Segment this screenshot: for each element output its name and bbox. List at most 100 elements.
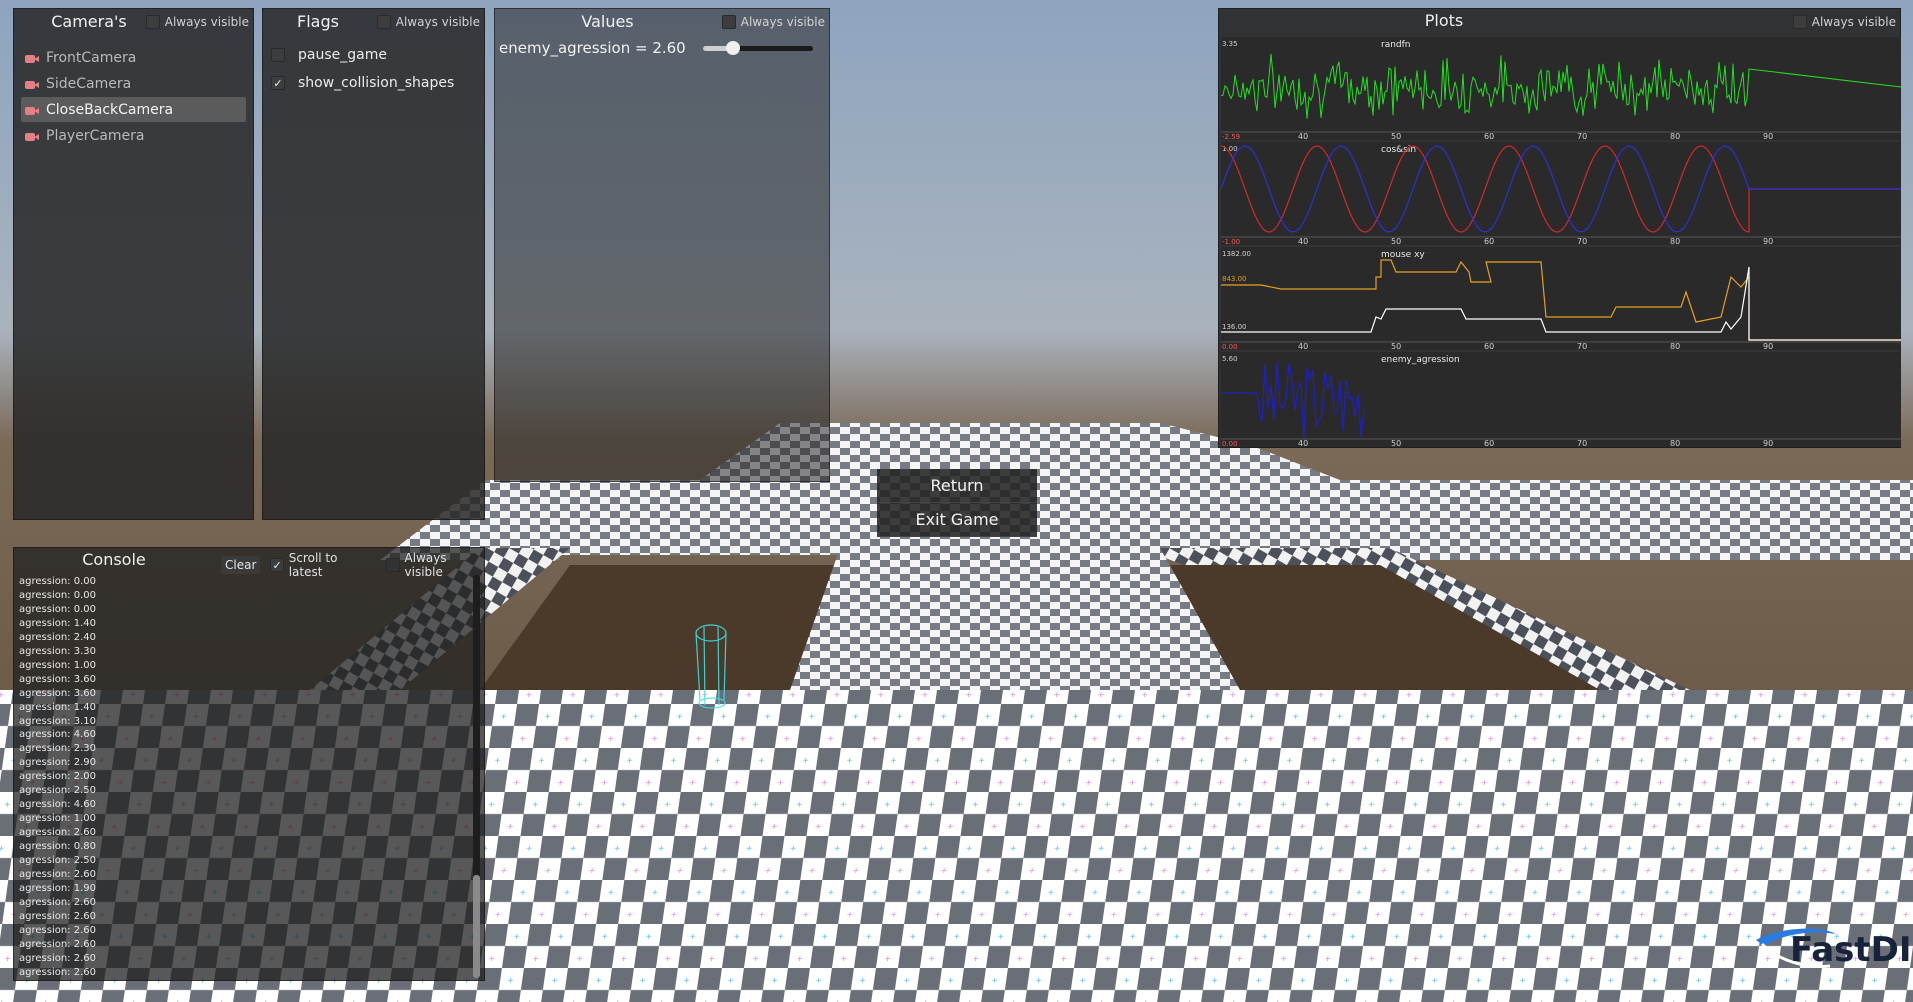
flag-show-collision-shapes[interactable]: show_collision_shapes [271,75,454,91]
enemy-agression-label: enemy_agression = 2.60 [499,39,686,57]
flags-always-visible[interactable]: Always visible [376,15,480,29]
plots-always-visible[interactable]: Always visible [1792,15,1896,29]
plot-cos-sin-graph: 40 50 60 70 80 90cos&sin1.00-1.00 [1221,142,1901,245]
x-tick-label: 40 [1298,132,1308,140]
flags-panel: Flags Always visible pause_game show_col… [262,8,485,520]
x-tick-label: 50 [1391,132,1401,140]
flag-label: pause_game [298,47,387,63]
always-visible-label: Always visible [395,15,480,29]
x-tick-label: 90 [1763,237,1773,245]
console-line: agression: 2.60 [19,827,96,839]
camera-icon [25,131,39,141]
y-max-label: 1382.00 [1222,250,1251,258]
console-line: agression: 2.60 [19,938,96,950]
x-tick-label: 70 [1577,237,1587,245]
values-title: Values [581,12,634,31]
y-min-label: 0.00 [1222,440,1238,447]
console-line: agression: 4.60 [19,799,96,811]
console-line: agression: 2.40 [19,631,96,643]
flag-label: show_collision_shapes [298,75,455,91]
camera-label: CloseBackCamera [46,101,174,118]
y-max-label: 3.35 [1222,40,1238,48]
camera-item-side[interactable]: SideCamera [21,71,246,96]
console-line: agression: 2.50 [19,855,96,867]
plot-enemy-agression: 40 50 60 70 80 90 enemy_agression 5.60 0.00 [1221,352,1901,447]
clear-button[interactable]: Clear [221,556,261,574]
flag-checkbox[interactable] [271,48,285,62]
console-log: agression: 0.00 agression: 0.00 agression:… [19,575,466,978]
exit-game-button[interactable]: Exit Game [877,503,1037,537]
console-line: agression: 2.00 [19,771,96,783]
x-tick-label: 60 [1484,342,1494,350]
plots-title: Plots [1424,11,1464,30]
camera-item-close-back[interactable]: CloseBackCamera [21,97,246,122]
pause-menu: Return Exit Game [877,469,1037,537]
scroll-to-latest-checkbox[interactable] [270,558,284,572]
cameras-always-visible[interactable]: Always visible [145,15,249,29]
x-tick-label: 80 [1670,439,1680,447]
always-visible-checkbox[interactable] [376,15,391,29]
camera-item-player[interactable]: PlayerCamera [21,123,246,148]
console-line: agression: 2.60 [19,924,96,936]
fastdi-logo: FastDI [1752,924,1912,974]
always-visible-checkbox[interactable] [386,558,400,572]
console-line: agression: 2.60 [19,869,96,881]
plot-mouse-xy-graph: 40 50 60 70 80 90 mouse xy 1382.00 0.00 843.00 136… [1221,247,1901,350]
x-tick-label: 70 [1577,132,1587,140]
plot-name: randfn [1381,40,1411,50]
console-title: Console [82,550,146,569]
slider-handle[interactable] [725,41,740,55]
x-tick-label: 40 [1298,237,1308,245]
console-line: agression: 2.30 [19,743,96,755]
y-max-label: 1.00 [1222,145,1238,153]
plot-cos-sin: 40 50 60 70 80 90 cos&sin 1.00 -1.00 [1221,142,1901,245]
x-tick-label: 70 [1577,439,1587,447]
enemy-agression-slider[interactable] [703,41,813,55]
camera-icon [25,79,39,89]
x-tick-label: 60 [1484,237,1494,245]
always-visible-checkbox[interactable] [1792,15,1807,29]
camera-item-front[interactable]: FrontCamera [21,45,246,70]
flag-checkbox[interactable] [271,76,285,90]
x-tick-label: 70 [1577,342,1587,350]
always-visible-label: Always visible [1811,15,1896,29]
console-scrollbar-thumb[interactable] [473,875,480,978]
console-panel: Console Clear Scroll to latest Always vi… [13,547,485,981]
console-line: agression: 3.10 [19,715,96,727]
camera-label: SideCamera [46,75,132,92]
x-tick-label: 90 [1763,342,1773,350]
x-tick-label: 60 [1484,439,1494,447]
console-scrollbar[interactable] [473,575,480,978]
console-line: agression: 3.30 [19,645,96,657]
camera-icon [25,105,39,115]
y-min-label: -1.00 [1222,238,1240,245]
y-min-label: 0.00 [1222,343,1238,350]
flags-title: Flags [297,12,339,31]
flag-pause-game[interactable]: pause_game [271,47,387,63]
return-button[interactable]: Return [877,469,1037,503]
camera-label: FrontCamera [46,49,137,66]
x-tick-label: 80 [1670,132,1680,140]
x-tick-label: 40 [1298,342,1308,350]
x-tick-label: 40 [1298,439,1308,447]
camera-label: PlayerCamera [46,127,145,144]
camera-list: FrontCamera SideCamera CloseBackCamera P… [21,45,246,149]
always-visible-checkbox[interactable] [145,15,160,29]
console-line: agression: 2.50 [19,785,96,797]
always-visible-checkbox[interactable] [721,15,736,29]
plot-name: enemy_agression [1381,355,1460,365]
x-tick-label: 90 [1763,439,1773,447]
always-visible-label: Always visible [164,15,249,29]
plot-enemy-agression-graph: 40 50 60 70 80 90 enemy_agression 5.60 0.00 [1221,352,1901,447]
cameras-panel: Camera's Always visible FrontCamera Side… [13,8,254,520]
cameras-title: Camera's [51,12,127,31]
values-always-visible[interactable]: Always visible [721,15,825,29]
plot-mouse-xy: 40 50 60 70 80 90 mouse xy 1382.00 0.00 843.00 136… [1221,247,1901,350]
x-tick-label: 50 [1391,342,1401,350]
camera-icon [25,53,39,63]
console-line: agression: 2.60 [19,896,96,908]
plot-name: mouse xy [1381,250,1425,260]
x-tick-label: 50 [1391,237,1401,245]
y-min-label: -2.59 [1222,133,1240,140]
plot-randfn: 40 50 60 70 80 90 randfn 3.35 -2.59 [1221,37,1901,140]
